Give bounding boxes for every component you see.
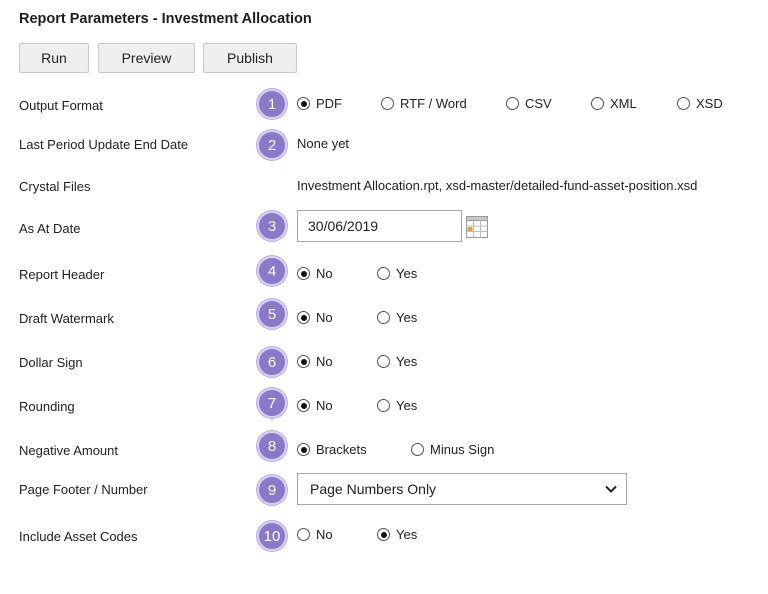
dollar-sign-yes-radio[interactable]: Yes (377, 354, 417, 369)
output-format-pdf-radio[interactable]: PDF (297, 96, 342, 111)
radio-icon (677, 97, 690, 110)
last-period-label: Last Period Update End Date (19, 137, 189, 152)
as-at-date-label: As At Date (19, 221, 81, 236)
radio-icon (506, 97, 519, 110)
rounding-label: Rounding (19, 399, 75, 414)
radio-icon (377, 267, 390, 280)
negative-amount-brackets-radio[interactable]: Brackets (297, 442, 367, 457)
radio-icon (377, 311, 390, 324)
step-badge: 10 (257, 521, 287, 551)
step-badge: 8 (257, 431, 287, 461)
radio-selected-icon (297, 267, 310, 280)
dollar-sign-no-radio[interactable]: No (297, 354, 333, 369)
page-title: Report Parameters - Investment Allocatio… (19, 11, 312, 27)
radio-icon (411, 443, 424, 456)
report-header-yes-radio[interactable]: Yes (377, 266, 417, 281)
publish-button[interactable]: Publish (203, 43, 297, 73)
page-footer-selected-value: Page Numbers Only (310, 481, 437, 497)
step-badge: 2 (257, 130, 287, 160)
radio-selected-icon (377, 528, 390, 541)
output-format-label: Output Format (19, 98, 103, 113)
output-format-xsd-radio[interactable]: XSD (677, 96, 723, 111)
draft-watermark-no-radio[interactable]: No (297, 310, 333, 325)
radio-selected-icon (297, 399, 310, 412)
chevron-down-icon (605, 485, 617, 493)
include-asset-codes-label: Include Asset Codes (19, 529, 138, 544)
step-badge: 5 (257, 299, 287, 329)
step-badge: 4 (257, 256, 287, 286)
radio-icon (591, 97, 604, 110)
output-format-csv-radio[interactable]: CSV (506, 96, 552, 111)
draft-watermark-yes-radio[interactable]: Yes (377, 310, 417, 325)
run-button[interactable]: Run (19, 43, 89, 73)
negative-amount-label: Negative Amount (19, 443, 119, 458)
include-asset-codes-yes-radio[interactable]: Yes (377, 527, 417, 542)
output-format-xml-radio[interactable]: XML (591, 96, 637, 111)
draft-watermark-label: Draft Watermark (19, 311, 114, 326)
step-badge: 7 (257, 388, 287, 418)
last-period-value: None yet (297, 136, 350, 151)
dollar-sign-label: Dollar Sign (19, 355, 83, 370)
radio-icon (377, 355, 390, 368)
radio-icon (381, 97, 394, 110)
negative-amount-minus-sign-radio[interactable]: Minus Sign (411, 442, 494, 457)
radio-selected-icon (297, 355, 310, 368)
radio-icon (377, 399, 390, 412)
step-badge: 1 (257, 89, 287, 119)
include-asset-codes-no-radio[interactable]: No (297, 527, 333, 542)
rounding-yes-radio[interactable]: Yes (377, 398, 417, 413)
report-header-no-radio[interactable]: No (297, 266, 333, 281)
preview-button[interactable]: Preview (98, 43, 195, 73)
radio-selected-icon (297, 97, 310, 110)
step-badge: 9 (257, 475, 287, 505)
radio-selected-icon (297, 443, 310, 456)
crystal-files-label: Crystal Files (19, 179, 91, 194)
step-badge: 3 (257, 211, 287, 241)
rounding-no-radio[interactable]: No (297, 398, 333, 413)
report-header-label: Report Header (19, 267, 105, 282)
as-at-date-input[interactable] (297, 210, 462, 242)
step-badge: 6 (257, 347, 287, 377)
crystal-files-value: Investment Allocation.rpt, xsd-master/de… (297, 178, 698, 193)
radio-icon (297, 528, 310, 541)
calendar-icon[interactable] (466, 216, 488, 238)
page-footer-label: Page Footer / Number (19, 482, 148, 497)
page-footer-select[interactable]: Page Numbers Only (297, 473, 627, 505)
radio-selected-icon (297, 311, 310, 324)
output-format-rtf-radio[interactable]: RTF / Word (381, 96, 467, 111)
